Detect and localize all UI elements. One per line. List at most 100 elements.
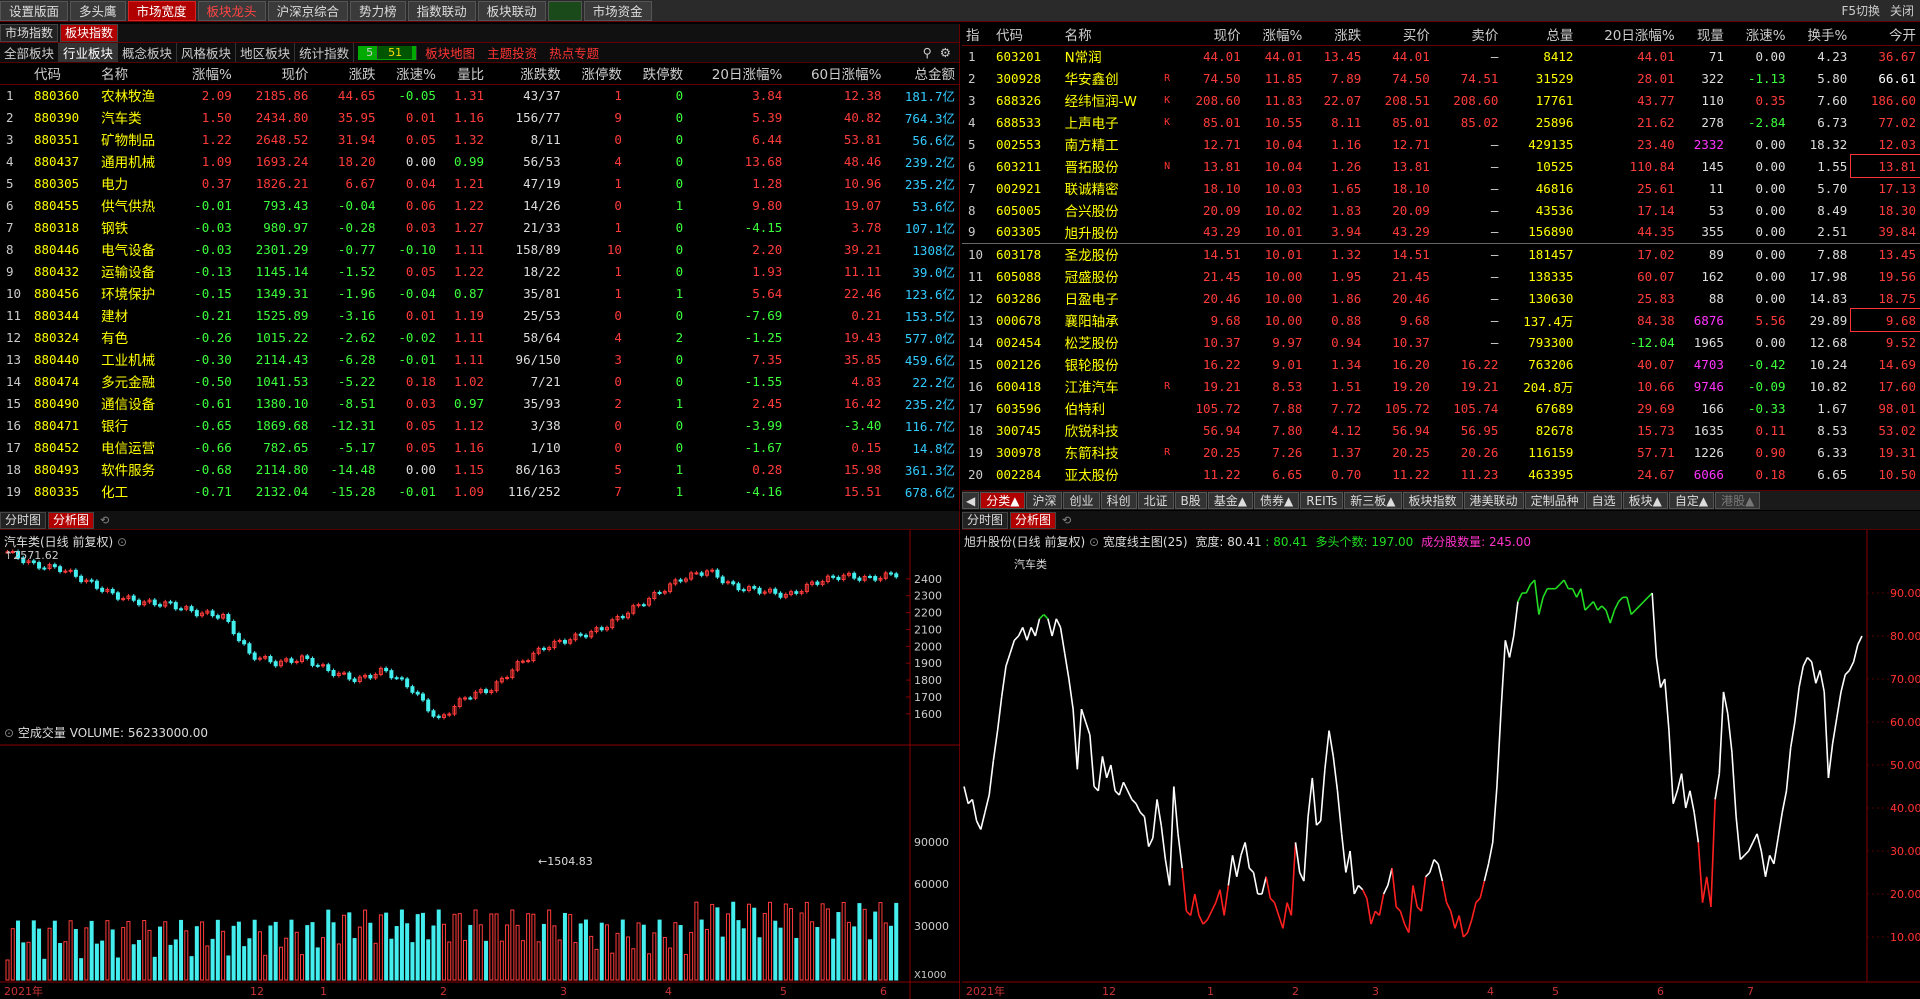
tab-analysis[interactable]: 分析图 [48, 511, 95, 529]
category-tab-4[interactable]: 北证 [1137, 492, 1174, 509]
chevron-down-icon[interactable]: ⊙ [1089, 535, 1099, 549]
right-col-4[interactable]: 现价 [1176, 24, 1245, 46]
left-col-6[interactable]: 涨速% [379, 63, 440, 85]
stock-row[interactable]: 2 300928 华安鑫创 R 74.50 11.85 7.89 74.50 74.51 3152… [962, 67, 1920, 89]
stock-row[interactable]: 14 002454 松芝股份 10.37 9.97 0.94 10.37 — 793300 -12… [962, 331, 1920, 353]
category-tab-10[interactable]: 板块指数 [1402, 492, 1463, 509]
stock-row[interactable]: 4 688533 上声电子 K 85.01 10.55 8.11 85.01 85.02 2589… [962, 111, 1920, 133]
category-tab-0[interactable]: 分类▲ [980, 492, 1026, 509]
right-col-7[interactable]: 买价 [1365, 24, 1434, 46]
stock-row[interactable]: 8 605005 合兴股份 20.09 10.02 1.83 20.09 — 43536 17.1… [962, 199, 1920, 221]
stock-row[interactable]: 19 300978 东箭科技 R 20.25 7.26 1.37 20.25 20.26 1161… [962, 441, 1920, 463]
stock-row[interactable]: 12 603286 日盈电子 20.46 10.00 1.86 20.46 — 130630 25… [962, 287, 1920, 309]
right-col-9[interactable]: 总量 [1502, 24, 1578, 46]
right-col-11[interactable]: 现量 [1678, 24, 1728, 46]
filter-0[interactable]: 全部板块 [0, 43, 60, 62]
sector-row[interactable]: 8 880446 电气设备 -0.03 2301.29 -0.77 -0.10 1.11 158… [0, 238, 959, 260]
left-col-2[interactable]: 名称 [97, 63, 176, 85]
nav-tab-8[interactable] [547, 0, 582, 21]
category-tab-14[interactable]: 板块▲ [1622, 492, 1668, 509]
nav-tab-0[interactable]: 设置版面 [0, 0, 69, 21]
left-col-1[interactable]: 代码 [30, 63, 98, 85]
filter-5[interactable]: 统计指数 [295, 43, 355, 62]
sector-row[interactable]: 7 880318 钢铁 -0.03 980.97 -0.28 0.03 1.27 21/33 1 0… [0, 216, 959, 238]
left-col-0[interactable] [0, 63, 30, 85]
stock-row[interactable]: 15 002126 银轮股份 16.22 9.01 1.34 16.20 16.22 76320… [962, 353, 1920, 375]
stock-row[interactable]: 13 000678 襄阳轴承 9.68 10.00 0.88 9.68 — 137.4万 84.3… [962, 308, 1920, 332]
sector-row[interactable]: 10 880456 环境保护 -0.15 1349.31 -1.96 -0.04 0.87 35… [0, 282, 959, 304]
filter-3[interactable]: 风格板块 [177, 43, 237, 62]
breadth-line-chart[interactable]: 90.00 80.00 70.00 60.00 50.00 40.00 30.00 20.00… [962, 530, 1920, 999]
stock-row[interactable]: 16 600418 江淮汽车 R 19.21 8.53 1.51 19.20 19.21 204.… [962, 375, 1920, 397]
nav-tab-4[interactable]: 沪深京综合 [267, 0, 349, 21]
right-col-2[interactable]: 名称 [1060, 24, 1165, 46]
filter-1[interactable]: 行业板块 [59, 43, 119, 62]
left-col-3[interactable]: 涨幅% [175, 63, 236, 85]
search-icon[interactable]: ⚲ [919, 45, 936, 60]
right-col-14[interactable]: 今开 [1851, 24, 1920, 46]
category-tab-13[interactable]: 自选 [1585, 492, 1622, 509]
left-col-11[interactable]: 20日涨幅% [687, 63, 787, 85]
collapse-icon[interactable]: ⊙ [4, 726, 14, 740]
sector-row[interactable]: 16 880471 银行 -0.65 1869.68 -12.31 0.05 1.12 3/38… [0, 414, 959, 436]
category-tab-5[interactable]: B股 [1174, 492, 1207, 509]
sector-row[interactable]: 17 880452 电信运营 -0.66 782.65 -5.17 0.05 1.16 1/10… [0, 436, 959, 458]
link-2[interactable]: 热点专题 [545, 43, 603, 62]
right-col-10[interactable]: 20日涨幅% [1577, 24, 1679, 46]
sector-counter[interactable]: 5 51 [358, 45, 418, 60]
stock-row[interactable]: 5 002553 南方精工 12.71 10.04 1.16 12.71 — 429135 23.… [962, 133, 1920, 155]
category-tab-2[interactable]: 创业 [1063, 492, 1100, 509]
nav-tab-5[interactable]: 势力榜 [350, 0, 406, 21]
right-col-12[interactable]: 涨速% [1727, 24, 1790, 46]
sector-row[interactable]: 19 880335 化工 -0.71 2132.04 -15.28 -0.01 1.09 116… [0, 480, 959, 502]
sector-row[interactable]: 14 880474 多元金融 -0.50 1041.53 -5.22 0.18 1.02 7/2… [0, 370, 959, 392]
category-tab-11[interactable]: 港美联动 [1463, 492, 1524, 509]
category-tab-7[interactable]: 债券▲ [1254, 492, 1300, 509]
right-col-0[interactable]: 指 [962, 24, 992, 46]
left-col-12[interactable]: 60日涨幅% [786, 63, 886, 85]
tab-timeshare[interactable]: 分时图 [0, 511, 47, 529]
filter-4[interactable]: 地区板块 [236, 43, 296, 62]
left-col-7[interactable]: 量比 [439, 63, 489, 85]
sector-row[interactable]: 11 880344 建材 -0.21 1525.89 -3.16 0.01 1.19 25/53… [0, 304, 959, 326]
refresh-icon[interactable]: ⟲ [100, 514, 109, 527]
left-col-4[interactable]: 现价 [235, 63, 313, 85]
sector-row[interactable]: 3 880351 矿物制品 1.22 2648.52 31.94 0.05 1.32 8/11 0… [0, 128, 959, 150]
category-tab-3[interactable]: 科创 [1100, 492, 1137, 509]
left-col-9[interactable]: 涨停数 [564, 63, 626, 85]
sector-row[interactable]: 15 880490 通信设备 -0.61 1380.10 -8.51 0.03 0.97 35/… [0, 392, 959, 414]
tab-scroll-left[interactable]: ◀ [962, 492, 980, 509]
switch-button[interactable]: F5切换 [1841, 2, 1880, 19]
sector-row[interactable]: 9 880432 运输设备 -0.13 1145.14 -1.52 0.05 1.22 18/2… [0, 260, 959, 282]
stock-row[interactable]: 18 300745 欣锐科技 56.94 7.80 4.12 56.94 56.95 82678… [962, 419, 1920, 441]
sector-row[interactable]: 1 880360 农林牧渔 2.09 2185.86 44.65 -0.05 1.31 43/3… [0, 84, 959, 106]
right-col-8[interactable]: 卖价 [1433, 24, 1503, 46]
close-button[interactable]: 关闭 [1890, 2, 1914, 19]
nav-tab-9[interactable]: 市场资金 [583, 0, 652, 21]
link-0[interactable]: 板块地图 [421, 43, 479, 62]
sector-row[interactable]: 12 880324 有色 -0.26 1015.22 -2.62 -0.02 1.11 58/6… [0, 326, 959, 348]
stock-row[interactable]: 10 603178 圣龙股份 14.51 10.01 1.32 14.51 — 181457 17… [962, 243, 1920, 265]
left-col-5[interactable]: 涨跌 [312, 63, 380, 85]
subtab-1[interactable]: 板块指数 [60, 24, 119, 42]
nav-tab-6[interactable]: 指数联动 [407, 0, 476, 21]
sector-row[interactable]: 4 880437 通用机械 1.09 1693.24 18.20 0.00 0.99 56/53… [0, 150, 959, 172]
category-tab-1[interactable]: 沪深 [1026, 492, 1063, 509]
stock-row[interactable]: 6 603211 晋拓股份 N 13.81 10.04 1.26 13.81 — 10525 110… [962, 154, 1920, 178]
left-col-13[interactable]: 总金额 [885, 63, 959, 85]
right-col-5[interactable]: 涨幅% [1244, 24, 1307, 46]
category-tab-6[interactable]: 基金▲ [1207, 492, 1253, 509]
filter-2[interactable]: 概念板块 [118, 43, 178, 62]
stock-row[interactable]: 20 002284 亚太股份 11.22 6.65 0.70 11.22 11.23 46339… [962, 463, 1920, 485]
stock-row[interactable]: 7 002921 联诚精密 18.10 10.03 1.65 18.10 — 46816 25.6… [962, 177, 1920, 199]
stock-row[interactable]: 1 603201 N常润 44.01 44.01 13.45 44.01 — 8412 44.01… [962, 45, 1920, 67]
category-tab-16[interactable]: 港股▲ [1715, 492, 1761, 509]
sector-row[interactable]: 18 880493 软件服务 -0.68 2114.80 -14.48 0.00 1.15 86… [0, 458, 959, 480]
sector-row[interactable]: 2 880390 汽车类 1.50 2434.80 35.95 0.01 1.16 156/77… [0, 106, 959, 128]
tab-analysis-right[interactable]: 分析图 [1010, 511, 1057, 529]
category-tab-12[interactable]: 定制品种 [1524, 492, 1585, 509]
stock-row[interactable]: 9 603305 旭升股份 43.29 10.01 3.94 43.29—156890 44.… [962, 221, 1920, 244]
stock-row[interactable]: 3 688326 经纬恒润-W K 208.60 11.83 22.07 208.51 208.… [962, 89, 1920, 111]
stock-row[interactable]: 17 603596 伯特利 105.72 7.88 7.72 105.72 105.74 676… [962, 397, 1920, 419]
nav-tab-1[interactable]: 多头鹰 [70, 0, 126, 21]
